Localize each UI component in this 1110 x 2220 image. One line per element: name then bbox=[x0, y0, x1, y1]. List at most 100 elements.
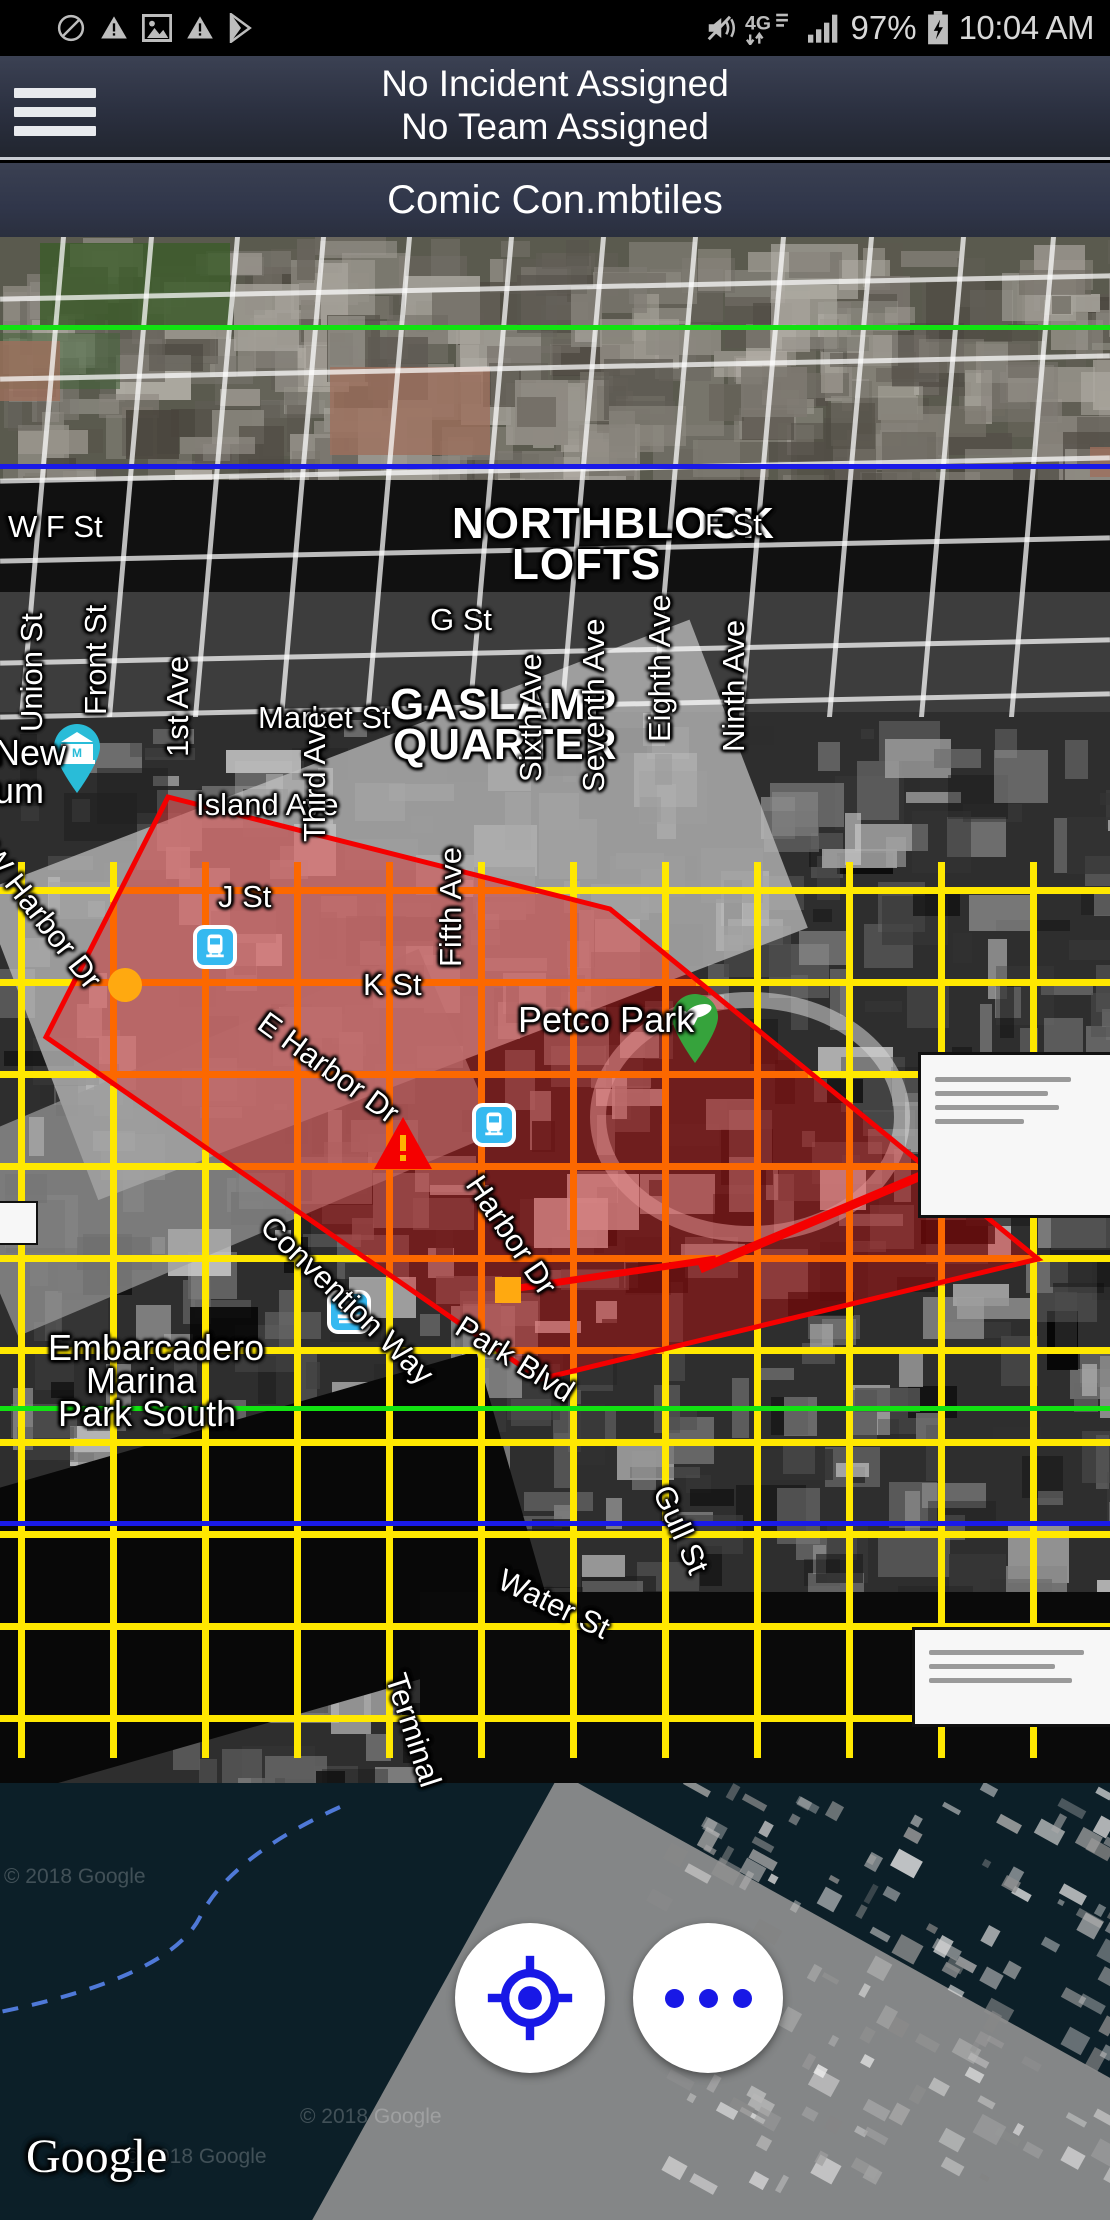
grid-line bbox=[570, 1558, 577, 1566]
grid-line bbox=[1000, 1255, 1008, 1262]
grid-line bbox=[386, 1646, 393, 1654]
grid-line bbox=[202, 1150, 209, 1158]
grid-line bbox=[938, 966, 945, 974]
grid-line bbox=[1056, 1347, 1064, 1354]
grid-line bbox=[478, 1502, 485, 1510]
grid-line bbox=[110, 910, 117, 918]
map-label: Petco Park bbox=[518, 999, 695, 1040]
grid-line bbox=[800, 1255, 808, 1262]
grid-line bbox=[24, 1163, 32, 1170]
grid-line bbox=[848, 1163, 856, 1170]
grid-line bbox=[1088, 1439, 1096, 1446]
more-options-button[interactable] bbox=[633, 1923, 783, 2073]
grid-line bbox=[110, 934, 117, 942]
grid-line bbox=[294, 1078, 301, 1086]
grid-line bbox=[662, 1142, 669, 1150]
grid-line bbox=[408, 1531, 416, 1538]
map-info-callout[interactable] bbox=[918, 1052, 1110, 1218]
grid-line bbox=[984, 1531, 992, 1538]
grid-line bbox=[386, 1214, 393, 1222]
grid-line bbox=[840, 887, 848, 894]
grid-line bbox=[662, 1694, 669, 1702]
grid-line bbox=[570, 966, 577, 974]
grid-line bbox=[224, 1623, 232, 1630]
map-info-callout[interactable] bbox=[0, 1201, 38, 1245]
grid-line bbox=[736, 1623, 744, 1630]
grid-line bbox=[202, 878, 209, 886]
grid-line bbox=[704, 1531, 712, 1538]
grid-line bbox=[294, 1750, 301, 1758]
grid-line bbox=[224, 1255, 232, 1262]
grid-line bbox=[938, 1230, 945, 1238]
grid-line bbox=[662, 1566, 669, 1574]
grid-line bbox=[846, 902, 853, 910]
grid-line bbox=[386, 894, 393, 902]
grid-line bbox=[992, 979, 1000, 986]
grid-line bbox=[856, 1439, 864, 1446]
grid-line bbox=[110, 1118, 117, 1126]
grid-line bbox=[202, 870, 209, 878]
map-info-callout[interactable] bbox=[912, 1627, 1110, 1727]
grid-line bbox=[808, 979, 816, 986]
grid-line bbox=[624, 1255, 632, 1262]
unit-marker-orange-square[interactable] bbox=[495, 1277, 521, 1303]
grid-line bbox=[184, 979, 192, 986]
map-file-title-bar[interactable]: Comic Con.mbtiles bbox=[0, 163, 1110, 237]
grid-line bbox=[304, 1163, 312, 1170]
grid-line bbox=[160, 887, 168, 894]
grid-line bbox=[110, 1686, 117, 1694]
grid-line bbox=[662, 1654, 669, 1662]
grid-line bbox=[662, 1638, 669, 1646]
grid-line bbox=[1032, 1255, 1040, 1262]
grid-line bbox=[528, 979, 536, 986]
grid-line bbox=[704, 1163, 712, 1170]
grid-line bbox=[18, 1630, 25, 1638]
grid-line bbox=[846, 1358, 853, 1366]
grid-line bbox=[1030, 1278, 1037, 1286]
map-canvas[interactable]: M © 2018 Google © 2018 Google © 2018 Goo… bbox=[0, 237, 1110, 2220]
grid-line bbox=[112, 1255, 120, 1262]
grid-line bbox=[18, 1054, 25, 1062]
grid-line bbox=[992, 887, 1000, 894]
grid-line bbox=[224, 979, 232, 986]
grid-line bbox=[1030, 1550, 1037, 1558]
grid-line bbox=[846, 1206, 853, 1214]
grid-line bbox=[846, 1006, 853, 1014]
grid-line bbox=[386, 1494, 393, 1502]
grid-line bbox=[328, 887, 336, 894]
grid-line bbox=[584, 887, 592, 894]
grid-line bbox=[616, 1531, 624, 1538]
my-location-button[interactable] bbox=[455, 1923, 605, 2073]
grid-line bbox=[202, 1502, 209, 1510]
grid-line bbox=[202, 1614, 209, 1622]
grid-line bbox=[832, 1071, 840, 1078]
grid-line bbox=[392, 1071, 400, 1078]
grid-line bbox=[616, 1439, 624, 1446]
grid-line bbox=[1016, 1347, 1024, 1354]
grid-line bbox=[0, 1531, 8, 1538]
grid-line bbox=[888, 887, 896, 894]
grid-line bbox=[488, 1071, 496, 1078]
grid-line bbox=[846, 1062, 853, 1070]
grid-line bbox=[696, 1163, 704, 1170]
grid-line bbox=[18, 1374, 25, 1382]
grid-line bbox=[592, 1163, 600, 1170]
grid-line bbox=[478, 1230, 485, 1238]
unit-marker-orange-dot[interactable] bbox=[108, 968, 142, 1002]
grid-line bbox=[1032, 1531, 1040, 1538]
grid-line bbox=[344, 1255, 352, 1262]
grid-line bbox=[960, 1531, 968, 1538]
grid-line bbox=[104, 1163, 112, 1170]
grid-line bbox=[386, 1454, 393, 1462]
grid-line bbox=[662, 1646, 669, 1654]
trolley-station-marker[interactable] bbox=[472, 1103, 516, 1147]
trolley-station-marker[interactable] bbox=[193, 925, 237, 969]
grid-line bbox=[846, 1582, 853, 1590]
grid-line bbox=[570, 1214, 577, 1222]
battery-percentage: 97% bbox=[850, 9, 917, 46]
grid-line bbox=[386, 862, 393, 870]
grid-line bbox=[624, 1163, 632, 1170]
grid-line bbox=[386, 1022, 393, 1030]
grid-line bbox=[952, 1531, 960, 1538]
grid-line bbox=[896, 979, 904, 986]
